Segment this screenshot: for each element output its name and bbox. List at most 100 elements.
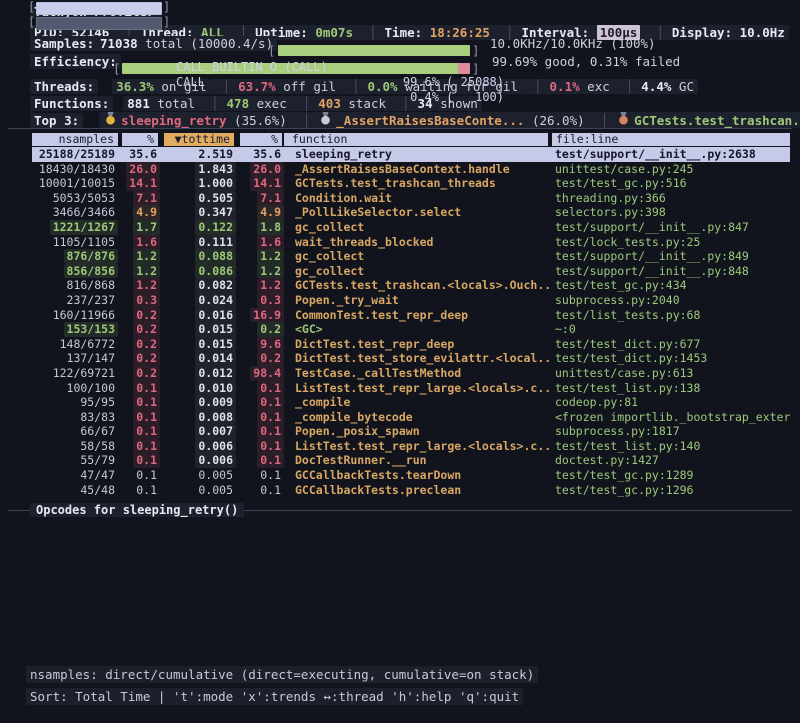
- selected-row-marker: [6, 162, 32, 177]
- table-row[interactable]: 83/83 0.1 0.008 0.1 _compile_bytecode <f…: [6, 410, 790, 425]
- top3-item[interactable]: _AssertRaisesBaseConte... (26.0%): [291, 112, 589, 128]
- nsamples-value: 95/95: [77, 395, 118, 410]
- table-row[interactable]: 100/100 0.1 0.010 0.1 ListTest.test_repr…: [6, 381, 790, 396]
- table-row[interactable]: 856/856 1.2 0.086 1.2 gc_collect test/su…: [6, 264, 790, 279]
- pct1-value: 0.2: [133, 308, 160, 323]
- table-row[interactable]: 237/237 0.3 0.024 0.3 Popen._try_wait su…: [6, 293, 790, 308]
- nsamples-value: 122/69721: [50, 366, 118, 381]
- function-name: DictTest.test_repr_deep: [292, 337, 457, 352]
- opcode-row: [ ] CALL_BUILTIN_O (CALL) 99.6% ( 25088): [28, 0, 788, 15]
- divider: [8, 128, 792, 129]
- table-row[interactable]: 876/876 1.2 0.088 1.2 gc_collect test/su…: [6, 249, 790, 264]
- top3-item[interactable]: GCTests.test_trashcan... (14.1%): [589, 112, 800, 128]
- table-row[interactable]: 160/11966 0.2 0.016 16.9 CommonTest.test…: [6, 308, 790, 323]
- selected-row-marker: [6, 191, 32, 206]
- file-line-value: ~:0: [552, 322, 579, 336]
- table-row[interactable]: 47/47 0.1 0.005 0.1 GCCallbackTests.tear…: [6, 468, 790, 483]
- pct1-value: 35.6: [126, 147, 160, 162]
- column-header-nsamples[interactable]: nsamples: [32, 132, 118, 147]
- selected-row-marker: [6, 395, 32, 410]
- table-row[interactable]: 18430/18430 26.0 1.843 26.0 _AssertRaise…: [6, 162, 790, 177]
- function-name: _compile_bytecode: [292, 410, 416, 425]
- table-row[interactable]: 58/58 0.1 0.006 0.1 ListTest.test_repr_l…: [6, 439, 790, 454]
- top3-item[interactable]: sleeping_retry (35.6%): [99, 112, 291, 128]
- nsamples-value: 45/48: [77, 483, 118, 498]
- column-header-pct2[interactable]: %: [236, 132, 284, 147]
- column-header-tottime-sorted[interactable]: ▼tottime: [160, 132, 236, 147]
- nsamples-cell: 10001/10015: [32, 176, 118, 191]
- opcode-pct: 99.6% ( 25088): [396, 75, 504, 90]
- function-cell: GCTests.test_trashcan_threads: [284, 176, 552, 191]
- nsamples-cell: 148/6772: [32, 337, 118, 352]
- table-row[interactable]: 1221/1267 1.7 0.122 1.8 gc_collect test/…: [6, 220, 790, 235]
- samples-rate-detail: total (10000.4/s): [145, 36, 273, 51]
- table-row[interactable]: 55/79 0.1 0.006 0.1 DocTestRunner.__run …: [6, 453, 790, 468]
- tottime-cell: 0.009: [160, 395, 236, 410]
- table-row[interactable]: 5053/5053 7.1 0.505 7.1 Condition.wait t…: [6, 191, 790, 206]
- pct1-cell: 0.2: [118, 337, 160, 352]
- pct2-value: 0.1: [257, 453, 284, 468]
- pct2-cell: 0.1: [236, 439, 284, 454]
- tottime-value: 0.008: [195, 410, 236, 425]
- tottime-cell: 0.006: [160, 439, 236, 454]
- function-stat-label: total: [150, 96, 195, 111]
- table-row[interactable]: ─► 25188/25189 35.6 2.519 35.6 sleeping_…: [6, 147, 790, 162]
- pct2-value: 0.1: [257, 483, 284, 498]
- table-row[interactable]: 148/6772 0.2 0.015 9.6 DictTest.test_rep…: [6, 337, 790, 352]
- nsamples-value: 83/83: [77, 410, 118, 425]
- selected-row-marker: [6, 322, 32, 337]
- file-line-value: test/support/__init__.py:848: [552, 264, 752, 278]
- opcode-name: CALL_BUILTIN_O (CALL): [176, 60, 328, 75]
- file-cell: ~:0: [552, 322, 790, 337]
- nsamples-cell: 160/11966: [32, 308, 118, 323]
- nsamples-value: 1221/1267: [50, 220, 118, 235]
- file-line-value: test/support/__init__.py:849: [552, 249, 752, 263]
- selected-row-marker: [6, 220, 32, 235]
- pct2-cell: 0.3: [236, 293, 284, 308]
- table-row[interactable]: 137/147 0.2 0.014 0.2 DictTest.test_stor…: [6, 351, 790, 366]
- pct2-value: 0.1: [257, 395, 284, 410]
- column-header-pct1[interactable]: %: [118, 132, 160, 147]
- tottime-value: 2.519: [195, 147, 236, 162]
- pct2-cell: 35.6: [236, 147, 284, 162]
- tottime-cell: 0.005: [160, 483, 236, 498]
- nsamples-value: 10001/10015: [36, 176, 118, 191]
- file-cell: test/test_gc.py:1289: [552, 468, 790, 483]
- pct2-value: 0.1: [257, 424, 284, 439]
- column-header-file[interactable]: file:line: [552, 132, 790, 147]
- top3-function-name: sleeping_retry: [121, 113, 226, 128]
- column-header-function[interactable]: function: [284, 132, 552, 147]
- nsamples-value: 137/147: [64, 351, 118, 366]
- table-row[interactable]: 66/67 0.1 0.007 0.1 Popen._posix_spawn s…: [6, 424, 790, 439]
- tottime-value: 0.005: [195, 483, 236, 498]
- function-cell: ListTest.test_repr_large.<locals>.c...: [284, 381, 552, 396]
- top3-function-name: GCTests.test_trashcan...: [634, 113, 800, 128]
- opcode-bar: [36, 2, 162, 15]
- table-row[interactable]: 816/868 1.2 0.082 1.2 GCTests.test_trash…: [6, 278, 790, 293]
- samples-count: 71038: [100, 36, 138, 51]
- pct2-value: 1.2: [257, 278, 284, 293]
- pct1-cell: 0.1: [118, 468, 160, 483]
- table-row[interactable]: 122/69721 0.2 0.012 98.4 TestCase._callT…: [6, 366, 790, 381]
- file-cell: test/test_gc.py:434: [552, 278, 790, 293]
- column-header-nsamples-label: nsamples: [32, 133, 118, 146]
- table-row[interactable]: 95/95 0.1 0.009 0.1 _compile codeop.py:8…: [6, 395, 790, 410]
- function-name: GCCallbackTests.tearDown: [292, 468, 464, 483]
- file-line-value: <frozen importlib._bootstrap_externa: [552, 410, 790, 424]
- table-row[interactable]: 153/153 0.2 0.015 0.2 <GC> ~:0: [6, 322, 790, 337]
- table-row[interactable]: 45/48 0.1 0.005 0.1 GCCallbackTests.prec…: [6, 483, 790, 498]
- pct1-value: 7.1: [133, 191, 160, 206]
- file-cell: test/lock_tests.py:25: [552, 235, 790, 250]
- tottime-cell: 0.007: [160, 424, 236, 439]
- pct1-value: 1.2: [133, 264, 160, 279]
- tottime-cell: 0.347: [160, 205, 236, 220]
- function-cell: _AssertRaisesBaseContext.handle: [284, 162, 552, 177]
- function-name: TestCase._callTestMethod: [292, 366, 464, 381]
- selected-row-marker: [6, 424, 32, 439]
- selected-row-marker: [6, 366, 32, 381]
- table-row[interactable]: 3466/3466 4.9 0.347 4.9 _PollLikeSelecto…: [6, 205, 790, 220]
- table-row[interactable]: 1105/1105 1.6 0.111 1.6 wait_threads_blo…: [6, 235, 790, 250]
- pct2-value: 35.6: [250, 147, 284, 162]
- efficiency-text: 99.69% good, 0.31% failed: [492, 54, 680, 69]
- table-row[interactable]: 10001/10015 14.1 1.000 14.1 GCTests.test…: [6, 176, 790, 191]
